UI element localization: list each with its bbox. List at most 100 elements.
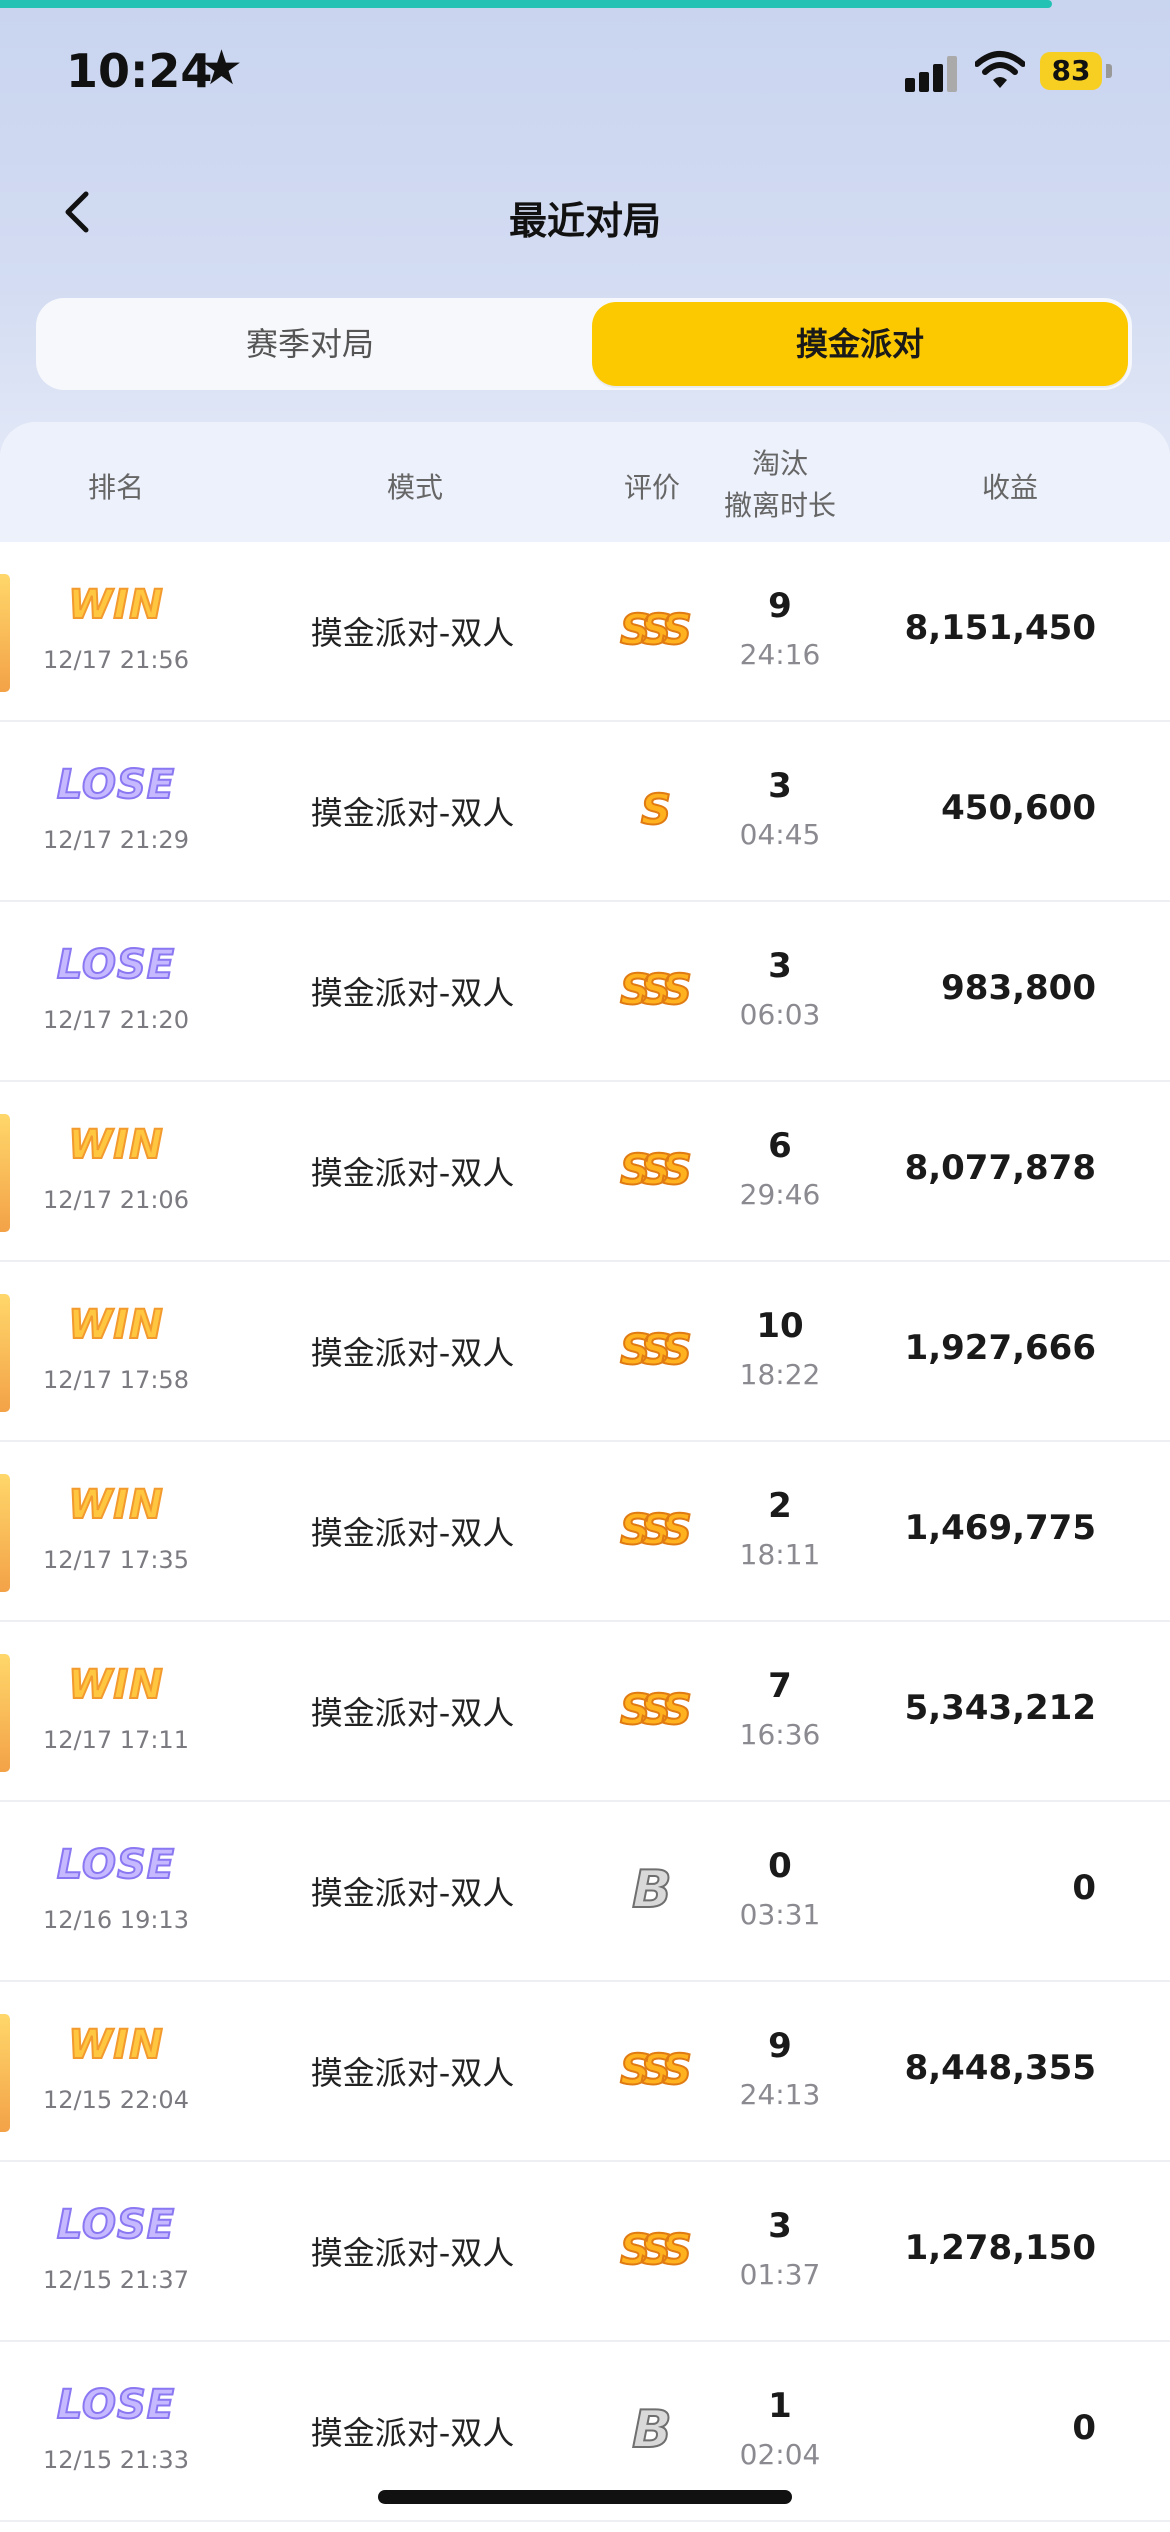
navigation-header: 最近对局	[0, 170, 1170, 250]
match-time: 12/17 17:58	[43, 1366, 189, 1394]
result-badge: WIN	[67, 581, 164, 629]
kill-count: 2	[768, 1486, 792, 1526]
profit-value: 1,927,666	[904, 1328, 1096, 1368]
match-time: 12/17 21:29	[43, 826, 189, 854]
column-rank: 排名	[87, 471, 144, 504]
profit-value: 5,343,212	[904, 1688, 1096, 1728]
kill-count: 6	[768, 1126, 792, 1166]
match-mode: 摸金派对-双人	[310, 614, 515, 652]
profit-value: 0	[1072, 2408, 1096, 2448]
win-indicator-bar	[0, 2014, 10, 2132]
extract-duration: 01:37	[739, 2258, 821, 2291]
tab-season-matches[interactable]: 赛季对局	[36, 298, 584, 390]
extract-duration: 04:45	[739, 818, 821, 851]
kill-count: 1	[768, 2386, 792, 2426]
column-header-row: 排名 模式 评价 淘汰 撤离时长 收益	[0, 422, 1170, 542]
profit-value: 8,151,450	[904, 608, 1096, 648]
match-time: 12/17 17:11	[43, 1726, 189, 1754]
battery-level: 83	[1051, 54, 1091, 87]
extract-duration: 03:31	[739, 1898, 821, 1931]
column-mode: 模式	[386, 471, 443, 504]
match-mode: 摸金派对-双人	[310, 974, 515, 1012]
match-row[interactable]: WIN 12/15 22:04 摸金派对-双人 SSS 9 24:13 8,448,355	[0, 1982, 1170, 2162]
column-rating: 评价	[623, 471, 680, 504]
profit-value: 8,077,878	[904, 1148, 1096, 1188]
page-title: 最近对局	[508, 199, 661, 243]
win-indicator-bar	[0, 1654, 10, 1772]
tab-bar: 赛季对局 摸金派对	[36, 298, 1132, 390]
match-time: 12/15 21:37	[43, 2266, 189, 2294]
match-mode: 摸金派对-双人	[310, 1154, 515, 1192]
match-row[interactable]: WIN 12/17 17:35 摸金派对-双人 SSS 2 18:11 1,469,775	[0, 1442, 1170, 1622]
kill-count: 0	[768, 1846, 792, 1886]
match-time: 12/17 21:20	[43, 1006, 189, 1034]
win-indicator-bar	[0, 574, 10, 692]
grade-badge: B	[631, 2399, 673, 2461]
match-row[interactable]: LOSE 12/17 21:20 摸金派对-双人 SSS 3 06:03 983,800	[0, 902, 1170, 1082]
kill-count: 3	[768, 2206, 792, 2246]
grade-badge: SSS	[619, 1684, 693, 1735]
profit-value: 1,278,150	[904, 2228, 1096, 2268]
win-indicator-bar	[0, 1294, 10, 1412]
match-row[interactable]: WIN 12/17 17:11 摸金派对-双人 SSS 7 16:36 5,343,212	[0, 1622, 1170, 1802]
match-row[interactable]: LOSE 12/17 21:29 摸金派对-双人 S 3 04:45 450,600	[0, 722, 1170, 902]
profit-value: 983,800	[941, 968, 1096, 1008]
match-row[interactable]: WIN 12/17 21:06 摸金派对-双人 SSS 6 29:46 8,077,878	[0, 1082, 1170, 1262]
result-badge: WIN	[67, 1481, 164, 1529]
match-row[interactable]: WIN 12/17 21:56 摸金派对-双人 SSS 9 24:16 8,151,450	[0, 542, 1170, 722]
match-time: 12/17 17:35	[43, 1546, 189, 1574]
tab-treasure-party[interactable]: 摸金派对	[592, 302, 1128, 386]
extract-duration: 24:13	[739, 2078, 821, 2111]
match-mode: 摸金派对-双人	[310, 1694, 515, 1732]
grade-badge: SSS	[619, 964, 693, 1015]
profit-value: 0	[1072, 1868, 1096, 1908]
home-indicator	[378, 2490, 792, 2504]
grade-badge: SSS	[619, 1504, 693, 1555]
extract-duration: 06:03	[739, 998, 821, 1031]
match-time: 12/15 21:33	[43, 2446, 189, 2474]
match-mode: 摸金派对-双人	[310, 2054, 515, 2092]
match-mode: 摸金派对-双人	[310, 2414, 515, 2452]
extract-duration: 29:46	[739, 1178, 821, 1211]
match-list-panel: 排名 模式 评价 淘汰 撤离时长 收益 WIN 12/17 21:56 摸金派对-双…	[0, 422, 1170, 2532]
match-mode: 摸金派对-双人	[310, 1874, 515, 1912]
battery-tip	[1106, 64, 1112, 78]
result-badge: LOSE	[56, 2381, 176, 2429]
extract-duration: 24:16	[739, 638, 821, 671]
extract-duration: 16:36	[739, 1718, 821, 1751]
result-badge: WIN	[67, 1661, 164, 1709]
result-badge: LOSE	[56, 2201, 176, 2249]
status-time: 10:24	[66, 44, 213, 98]
profit-value: 450,600	[941, 788, 1096, 828]
match-mode: 摸金派对-双人	[310, 1334, 515, 1372]
extract-duration: 18:22	[739, 1358, 821, 1391]
grade-badge: SSS	[619, 2224, 693, 2275]
match-row[interactable]: WIN 12/17 17:58 摸金派对-双人 SSS 10 18:22 1,927,666	[0, 1262, 1170, 1442]
match-time: 12/16 19:13	[43, 1906, 189, 1934]
profit-value: 1,469,775	[904, 1508, 1096, 1548]
match-time: 12/17 21:56	[43, 646, 189, 674]
result-badge: LOSE	[56, 761, 176, 809]
result-badge: WIN	[67, 1121, 164, 1169]
match-mode: 摸金派对-双人	[310, 1514, 515, 1552]
kill-count: 9	[768, 586, 792, 626]
cellular-signal-icon	[905, 52, 961, 92]
win-indicator-bar	[0, 1474, 10, 1592]
kill-count: 3	[768, 946, 792, 986]
match-row[interactable]: LOSE 12/16 19:13 摸金派对-双人 B 0 03:31 0	[0, 1802, 1170, 1982]
star-icon: ★	[200, 40, 244, 96]
match-row[interactable]: LOSE 12/15 21:37 摸金派对-双人 SSS 3 01:37 1,278,150	[0, 2162, 1170, 2342]
result-badge: WIN	[67, 2021, 164, 2069]
column-profit: 收益	[981, 471, 1038, 504]
result-badge: WIN	[67, 1301, 164, 1349]
win-indicator-bar	[0, 1114, 10, 1232]
column-duration: 撤离时长	[723, 489, 836, 522]
grade-badge: SSS	[619, 1324, 693, 1375]
match-time: 12/15 22:04	[43, 2086, 189, 2114]
kill-count: 10	[756, 1306, 804, 1346]
wifi-icon	[975, 51, 1025, 88]
profit-value: 8,448,355	[904, 2048, 1096, 2088]
grade-badge: S	[640, 784, 672, 835]
result-badge: LOSE	[56, 1841, 176, 1889]
match-time: 12/17 21:06	[43, 1186, 189, 1214]
